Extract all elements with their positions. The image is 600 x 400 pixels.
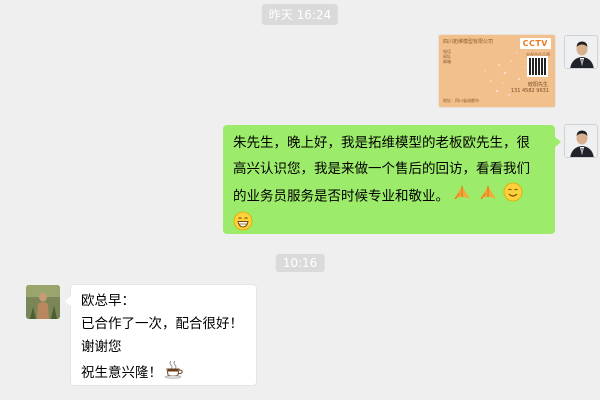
message-text: 欧总早： bbox=[81, 293, 135, 309]
message-text bbox=[233, 211, 545, 240]
smile-emoji-icon bbox=[503, 182, 523, 211]
message-text: 已合作了一次，配合很好！ bbox=[81, 316, 243, 332]
grin-emoji-icon bbox=[233, 211, 253, 240]
person-icon bbox=[565, 36, 597, 68]
message-text: 祝生意兴隆！ bbox=[81, 359, 246, 387]
message-text: 的业务员服务是否时候专业和敬业。 bbox=[233, 182, 545, 211]
business-card-image[interactable]: 四川拓维模型有限公司 电话 网址 邮箱 CCTV 央视合作品牌 欧阳先生 131… bbox=[438, 34, 556, 108]
person-icon bbox=[565, 125, 597, 157]
outgoing-message-bubble[interactable]: 朱先生，晚上好，我是拓维模型的老板欧先生，很 高兴认识您，我是来做一个售后的回访… bbox=[223, 125, 561, 234]
message-text: 高兴认识您，我是来做一个售后的回访，看看我们 bbox=[233, 161, 530, 177]
incoming-message-bubble[interactable]: 欧总早： 已合作了一次，配合很好！ 谢谢您 祝生意兴隆！ bbox=[65, 284, 257, 387]
pray-emoji-icon bbox=[451, 182, 473, 211]
message-text: 朱先生，晚上好，我是拓维模型的老板欧先生，很 bbox=[233, 135, 530, 151]
timestamp: 10:16 bbox=[275, 254, 325, 272]
pray-emoji-icon bbox=[477, 182, 499, 211]
message-text: 谢谢您 bbox=[81, 339, 122, 355]
person-photo-icon bbox=[26, 285, 60, 319]
timestamp: 昨天 16:24 bbox=[261, 4, 339, 25]
card-pattern bbox=[484, 52, 530, 96]
avatar-contact[interactable] bbox=[26, 285, 60, 319]
coffee-emoji-icon bbox=[164, 359, 186, 387]
avatar-me[interactable] bbox=[564, 124, 598, 158]
avatar-me[interactable] bbox=[564, 35, 598, 69]
